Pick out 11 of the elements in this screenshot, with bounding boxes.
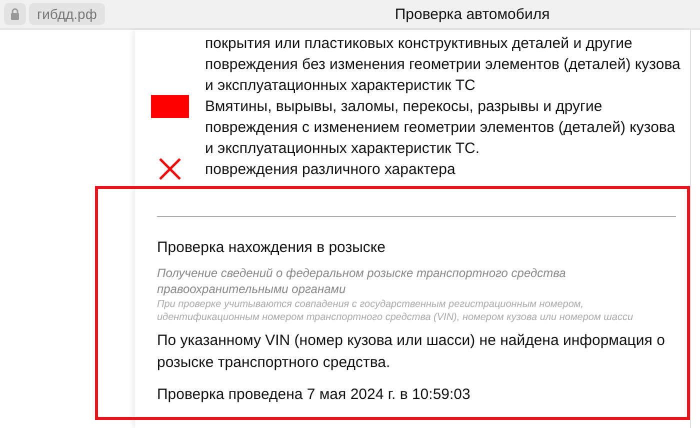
page-title: Проверка автомобиля: [394, 6, 550, 22]
address-domain[interactable]: гибдд.рф: [29, 3, 105, 25]
legend-text: покрытия или пластиковых конструктивных деталей и другие повреждения без изменения геометрии элементов (деталей) кузова и эксплуатационных характеристик ТС: [205, 34, 682, 96]
section-description: Получение сведений о федеральном розыске транспортного средства правоохранительными органами: [157, 265, 567, 297]
check-result: По указанному VIN (номер кузова или шасси) не найдена информация о розыске транспортного средства.: [157, 331, 666, 373]
legend-text: Вмятины, вырывы, заломы, перекосы, разрывы и другие повреждения с изменением геометрии элементов (деталей) кузова и эксплуатационных характеристик ТС.: [205, 97, 676, 159]
lock-icon: [4, 3, 26, 25]
check-date: Проверка проведена 7 мая 2024 г. в 10:59:03: [157, 386, 472, 403]
section-title: Проверка нахождения в розыске: [157, 239, 386, 256]
legend-text: повреждения различного характера: [205, 160, 456, 180]
section-note: При проверке учитываются совпадения с государственным регистрационным номером, идентификационным номером транспортного средства (VIN), номером кузова или номером шасси: [157, 298, 634, 324]
